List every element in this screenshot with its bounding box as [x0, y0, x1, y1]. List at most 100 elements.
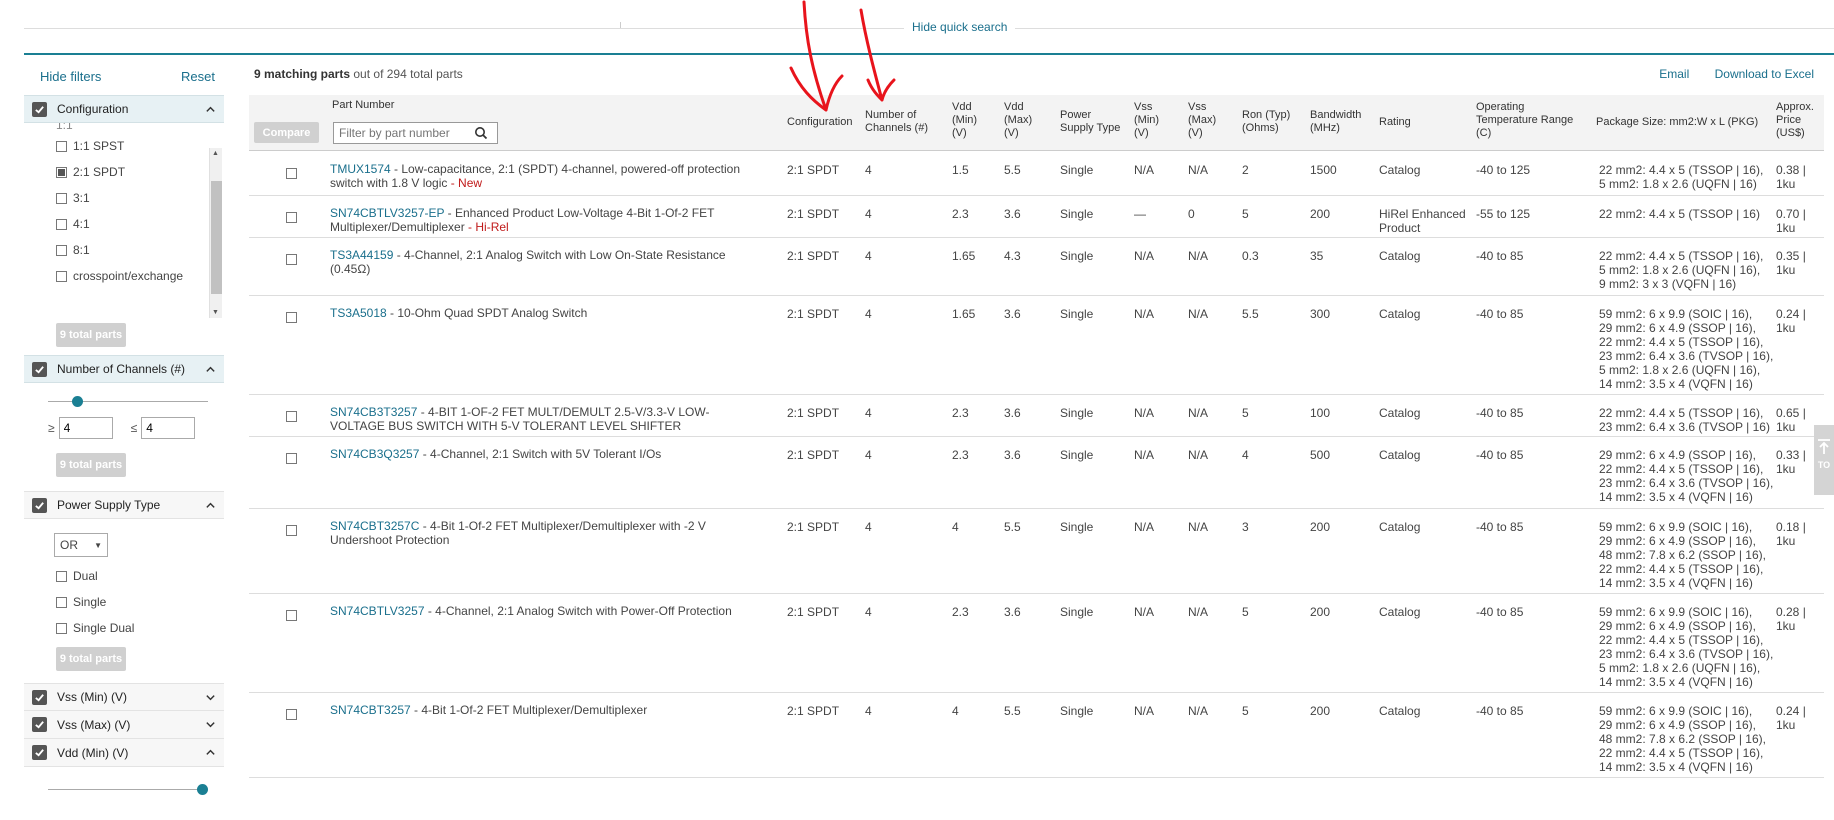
part-filter-input[interactable]: [334, 126, 474, 140]
chevron-up-icon[interactable]: [204, 747, 216, 759]
filter-section-vss-max[interactable]: Vss (Max) (V): [24, 711, 224, 739]
option-2-1-spdt[interactable]: 2:1 SPDT: [56, 159, 224, 185]
row-select-checkbox[interactable]: [286, 411, 297, 422]
row-select-checkbox[interactable]: [286, 168, 297, 179]
row-select-checkbox[interactable]: [286, 254, 297, 265]
part-number-link[interactable]: TS3A44159: [330, 248, 393, 262]
part-number-link[interactable]: SN74CB3T3257: [330, 405, 417, 419]
checkbox[interactable]: [56, 140, 67, 152]
download-excel-link[interactable]: Download to Excel: [1715, 67, 1814, 81]
header-vss-min[interactable]: Vss (Min) (V): [1134, 101, 1159, 140]
option-single[interactable]: Single: [56, 589, 224, 615]
slider-handle[interactable]: [72, 396, 83, 407]
header-line: Vss: [1188, 101, 1207, 113]
total-parts-button[interactable]: 9 total parts: [56, 323, 126, 347]
part-number-link[interactable]: SN74CBTLV3257-EP: [330, 206, 444, 220]
part-number-link[interactable]: TMUX1574: [330, 162, 391, 176]
chevron-up-icon[interactable]: [204, 363, 216, 375]
checkmark-icon[interactable]: [32, 717, 47, 732]
total-parts-button[interactable]: 9 total parts: [56, 647, 126, 671]
compare-button[interactable]: Compare: [254, 122, 319, 143]
row-select-checkbox[interactable]: [286, 525, 297, 536]
chevron-up-icon[interactable]: [204, 499, 216, 511]
row-select-checkbox[interactable]: [286, 453, 297, 464]
header-rating[interactable]: Rating: [1379, 116, 1411, 129]
hide-quick-search-link[interactable]: Hide quick search: [904, 20, 1016, 34]
header-power-supply[interactable]: Power Supply Type: [1060, 109, 1120, 135]
hide-filters-link[interactable]: Hide filters: [40, 69, 101, 84]
row-select-checkbox[interactable]: [286, 709, 297, 720]
header-vdd-max[interactable]: Vdd (Max) (V): [1004, 101, 1032, 140]
reset-link[interactable]: Reset: [181, 69, 215, 84]
checkbox[interactable]: [56, 270, 67, 282]
cell-part-description: SN74CBTLV3257-EP - Enhanced Product Low-…: [330, 206, 760, 234]
back-to-top-tab[interactable]: TO: [1814, 425, 1834, 495]
part-number-link[interactable]: SN74CB3Q3257: [330, 447, 419, 461]
header-bandwidth[interactable]: Bandwidth (MHz): [1310, 109, 1361, 135]
search-icon[interactable]: [474, 126, 488, 140]
checkmark-icon[interactable]: [32, 497, 47, 513]
header-channels[interactable]: Number of Channels (#): [865, 109, 928, 135]
option-crosspoint[interactable]: crosspoint/exchange: [56, 263, 224, 289]
package-line: 5 mm2: 1.8 x 2.6 (UQFN | 16),: [1599, 363, 1761, 377]
checkmark-icon[interactable]: [32, 745, 47, 760]
header-vss-max[interactable]: Vss (Max) (V): [1188, 101, 1216, 140]
checkbox[interactable]: [56, 622, 67, 634]
filter-section-power-supply[interactable]: Power Supply Type: [24, 491, 224, 519]
package-line: 14 mm2: 3.5 x 4 (VQFN | 16): [1599, 760, 1753, 774]
checkbox[interactable]: [56, 244, 67, 256]
scrollbar-thumb[interactable]: [211, 181, 222, 294]
cell-power-supply: Single: [1060, 249, 1094, 263]
chevron-down-icon[interactable]: [204, 719, 216, 731]
header-part-number[interactable]: Part Number: [332, 99, 394, 112]
checkbox[interactable]: [56, 166, 67, 178]
scrollbar[interactable]: ▲ ▼: [209, 148, 222, 318]
part-number-link[interactable]: SN74CBTLV3257: [330, 604, 425, 618]
package-line: 14 mm2: 3.5 x 4 (VQFN | 16): [1599, 490, 1753, 504]
filter-section-channels[interactable]: Number of Channels (#): [24, 355, 224, 383]
checkbox[interactable]: [56, 570, 67, 582]
filter-section-vdd-min[interactable]: Vdd (Min) (V): [24, 739, 224, 767]
option-single-dual[interactable]: Single Dual: [56, 615, 224, 641]
option-dual[interactable]: Dual: [56, 563, 224, 589]
package-line: 29 mm2: 6 x 4.9 (SSOP | 16),: [1599, 718, 1756, 732]
option-3-1[interactable]: 3:1: [56, 185, 224, 211]
option-4-1[interactable]: 4:1: [56, 211, 224, 237]
min-channels-input[interactable]: [58, 417, 113, 439]
header-price[interactable]: Approx. Price (US$): [1776, 101, 1814, 140]
total-parts-button[interactable]: 9 total parts: [56, 453, 126, 477]
part-number-link[interactable]: SN74CBT3257: [330, 703, 411, 717]
chevron-down-icon[interactable]: [204, 691, 216, 703]
email-link[interactable]: Email: [1659, 67, 1689, 81]
header-vdd-min[interactable]: Vdd (Min) (V): [952, 101, 977, 140]
row-select-checkbox[interactable]: [286, 212, 297, 223]
option-8-1[interactable]: 8:1: [56, 237, 224, 263]
package-line: 48 mm2: 7.8 x 6.2 (SSOP | 16),: [1599, 732, 1766, 746]
package-line: 59 mm2: 6 x 9.9 (SOIC | 16),: [1599, 605, 1753, 619]
logic-select[interactable]: OR ▼: [54, 533, 108, 557]
filter-section-configuration[interactable]: Configuration: [24, 95, 224, 123]
header-package[interactable]: Package Size: mm2:W x L (PKG): [1596, 116, 1758, 129]
scroll-up-arrow-icon[interactable]: ▲: [212, 150, 219, 157]
filter-section-vss-min[interactable]: Vss (Min) (V): [24, 683, 224, 711]
channels-slider[interactable]: [48, 393, 208, 415]
header-ron[interactable]: Ron (Typ) (Ohms): [1242, 109, 1290, 135]
checkbox[interactable]: [56, 218, 67, 230]
vdd-min-slider[interactable]: [48, 781, 208, 803]
checkmark-icon[interactable]: [32, 689, 47, 705]
checkmark-icon[interactable]: [32, 101, 47, 117]
header-temperature[interactable]: Operating Temperature Range (C): [1476, 101, 1573, 140]
checkmark-icon[interactable]: [32, 361, 47, 377]
scroll-down-arrow-icon[interactable]: ▼: [212, 309, 219, 316]
row-select-checkbox[interactable]: [286, 610, 297, 621]
row-select-checkbox[interactable]: [286, 312, 297, 323]
checkbox[interactable]: [56, 596, 67, 608]
option-1-1-spst[interactable]: 1:1 SPST: [56, 133, 224, 159]
max-channels-input[interactable]: [141, 417, 196, 439]
header-configuration[interactable]: Configuration: [787, 116, 852, 129]
part-number-link[interactable]: SN74CBT3257C: [330, 519, 419, 533]
chevron-up-icon[interactable]: [204, 103, 216, 115]
slider-handle[interactable]: [197, 784, 208, 795]
part-number-link[interactable]: TS3A5018: [330, 306, 387, 320]
checkbox[interactable]: [56, 192, 67, 204]
